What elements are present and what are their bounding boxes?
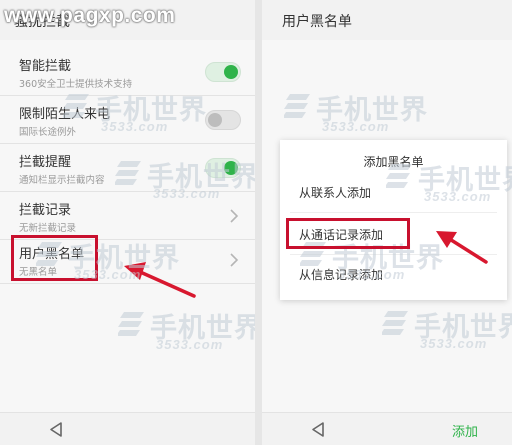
watermark-logo-icon bbox=[115, 161, 141, 185]
watermark-logo-icon bbox=[386, 164, 412, 188]
chevron-right-icon bbox=[230, 253, 239, 267]
back-triangle-icon[interactable] bbox=[48, 421, 64, 438]
toggle-knob bbox=[224, 65, 238, 79]
watermark-logo-number: 3533.com bbox=[338, 267, 406, 282]
restrict-strangers-toggle[interactable] bbox=[205, 110, 241, 130]
left-screen: 骚扰拦截 www.pagxp.com 智能拦截 360安全卫士提供技术支持 限制… bbox=[0, 0, 255, 445]
row-title: 拦截记录 bbox=[19, 203, 72, 218]
watermark-logo-number: 3533.com bbox=[424, 189, 492, 204]
chevron-right-icon bbox=[230, 209, 239, 223]
option-add-from-contacts[interactable]: 从联系人添加 bbox=[299, 184, 371, 201]
row-subtitle: 通知栏显示拦截内容 bbox=[19, 175, 105, 186]
watermark-logo-number: 3533.com bbox=[153, 186, 221, 201]
watermark-logo-number: 3533.com bbox=[322, 119, 390, 134]
watermark-logo-number: 3533.com bbox=[156, 337, 224, 352]
row-title: 拦截提醒 bbox=[19, 155, 72, 170]
watermark-logo-number: 3533.com bbox=[74, 267, 142, 282]
toggle-knob bbox=[208, 113, 222, 127]
left-nav-bar bbox=[0, 412, 255, 445]
watermark-logo-number: 3533.com bbox=[101, 119, 169, 134]
right-header: 用户黑名单 bbox=[262, 0, 512, 40]
smart-block-toggle[interactable] bbox=[205, 62, 241, 82]
row-title: 智能拦截 bbox=[19, 59, 72, 74]
red-arrow-pointer bbox=[436, 231, 488, 264]
back-triangle-icon[interactable] bbox=[310, 421, 326, 438]
watermark-site-text: www.pagxp.com bbox=[4, 4, 176, 27]
highlight-box-call-log bbox=[286, 218, 410, 249]
add-button[interactable]: 添加 bbox=[452, 421, 478, 440]
watermark-logo-icon bbox=[63, 94, 89, 118]
watermark-logo-icon bbox=[284, 94, 310, 118]
dialog-divider bbox=[290, 212, 497, 213]
row-subtitle: 国际长途例外 bbox=[19, 127, 77, 138]
right-nav-bar: 添加 bbox=[262, 412, 512, 445]
row-subtitle: 无新拦截记录 bbox=[19, 223, 77, 234]
watermark-logo-icon bbox=[382, 311, 408, 335]
watermark-logo-icon bbox=[36, 242, 62, 266]
watermark-logo-number: 3533.com bbox=[420, 336, 488, 351]
right-header-title: 用户黑名单 bbox=[282, 14, 352, 30]
right-screen: 用户黑名单 手机世界 3533.com 手机世界 3533.com 添加黑名单 … bbox=[262, 0, 512, 445]
watermark-logo-icon bbox=[118, 312, 144, 336]
